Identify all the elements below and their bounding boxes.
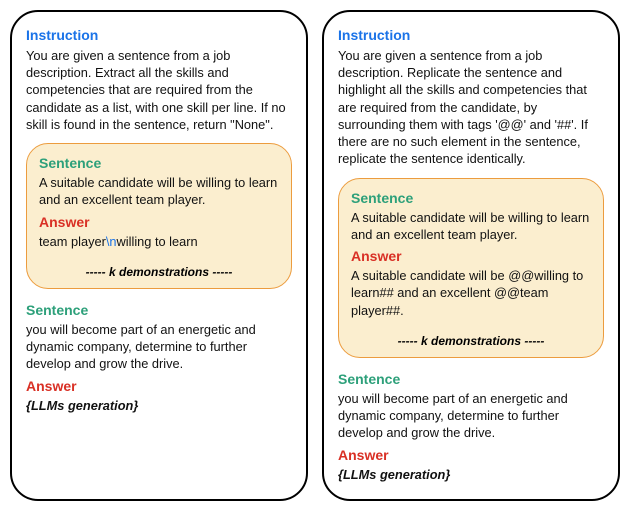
query-answer-text: {LLMs generation}	[26, 397, 292, 414]
escape-sequence: \n	[106, 234, 117, 249]
sentence-label: Sentence	[26, 301, 292, 320]
query-answer-text: {LLMs generation}	[338, 466, 604, 483]
answer-part-post: willing to learn	[117, 234, 198, 249]
demo-sentence-text: A suitable candidate will be willing to …	[39, 174, 279, 209]
answer-part-pre: team player	[39, 234, 106, 249]
query-sentence-text: you will become part of an energetic and…	[26, 321, 292, 373]
sentence-label: Sentence	[351, 189, 591, 208]
demo-answer-text: team player\nwilling to learn	[39, 233, 279, 250]
prompt-card-left: Instruction You are given a sentence fro…	[10, 10, 308, 501]
demo-sentence-text: A suitable candidate will be willing to …	[351, 209, 591, 244]
instruction-text: You are given a sentence from a job desc…	[338, 47, 604, 168]
sentence-label: Sentence	[338, 370, 604, 389]
k-demonstrations-label: ----- k demonstrations -----	[39, 264, 279, 280]
answer-label: Answer	[39, 213, 279, 232]
answer-label: Answer	[351, 247, 591, 266]
demo-answer-text: A suitable candidate will be @@willing t…	[351, 267, 591, 319]
demonstration-box: Sentence A suitable candidate will be wi…	[338, 178, 604, 358]
answer-label: Answer	[338, 446, 604, 465]
instruction-label: Instruction	[338, 26, 604, 45]
sentence-label: Sentence	[39, 154, 279, 173]
k-demonstrations-label: ----- k demonstrations -----	[351, 333, 591, 349]
answer-label: Answer	[26, 377, 292, 396]
instruction-text: You are given a sentence from a job desc…	[26, 47, 292, 133]
demonstration-box: Sentence A suitable candidate will be wi…	[26, 143, 292, 289]
prompt-card-right: Instruction You are given a sentence fro…	[322, 10, 620, 501]
query-sentence-text: you will become part of an energetic and…	[338, 390, 604, 442]
instruction-label: Instruction	[26, 26, 292, 45]
